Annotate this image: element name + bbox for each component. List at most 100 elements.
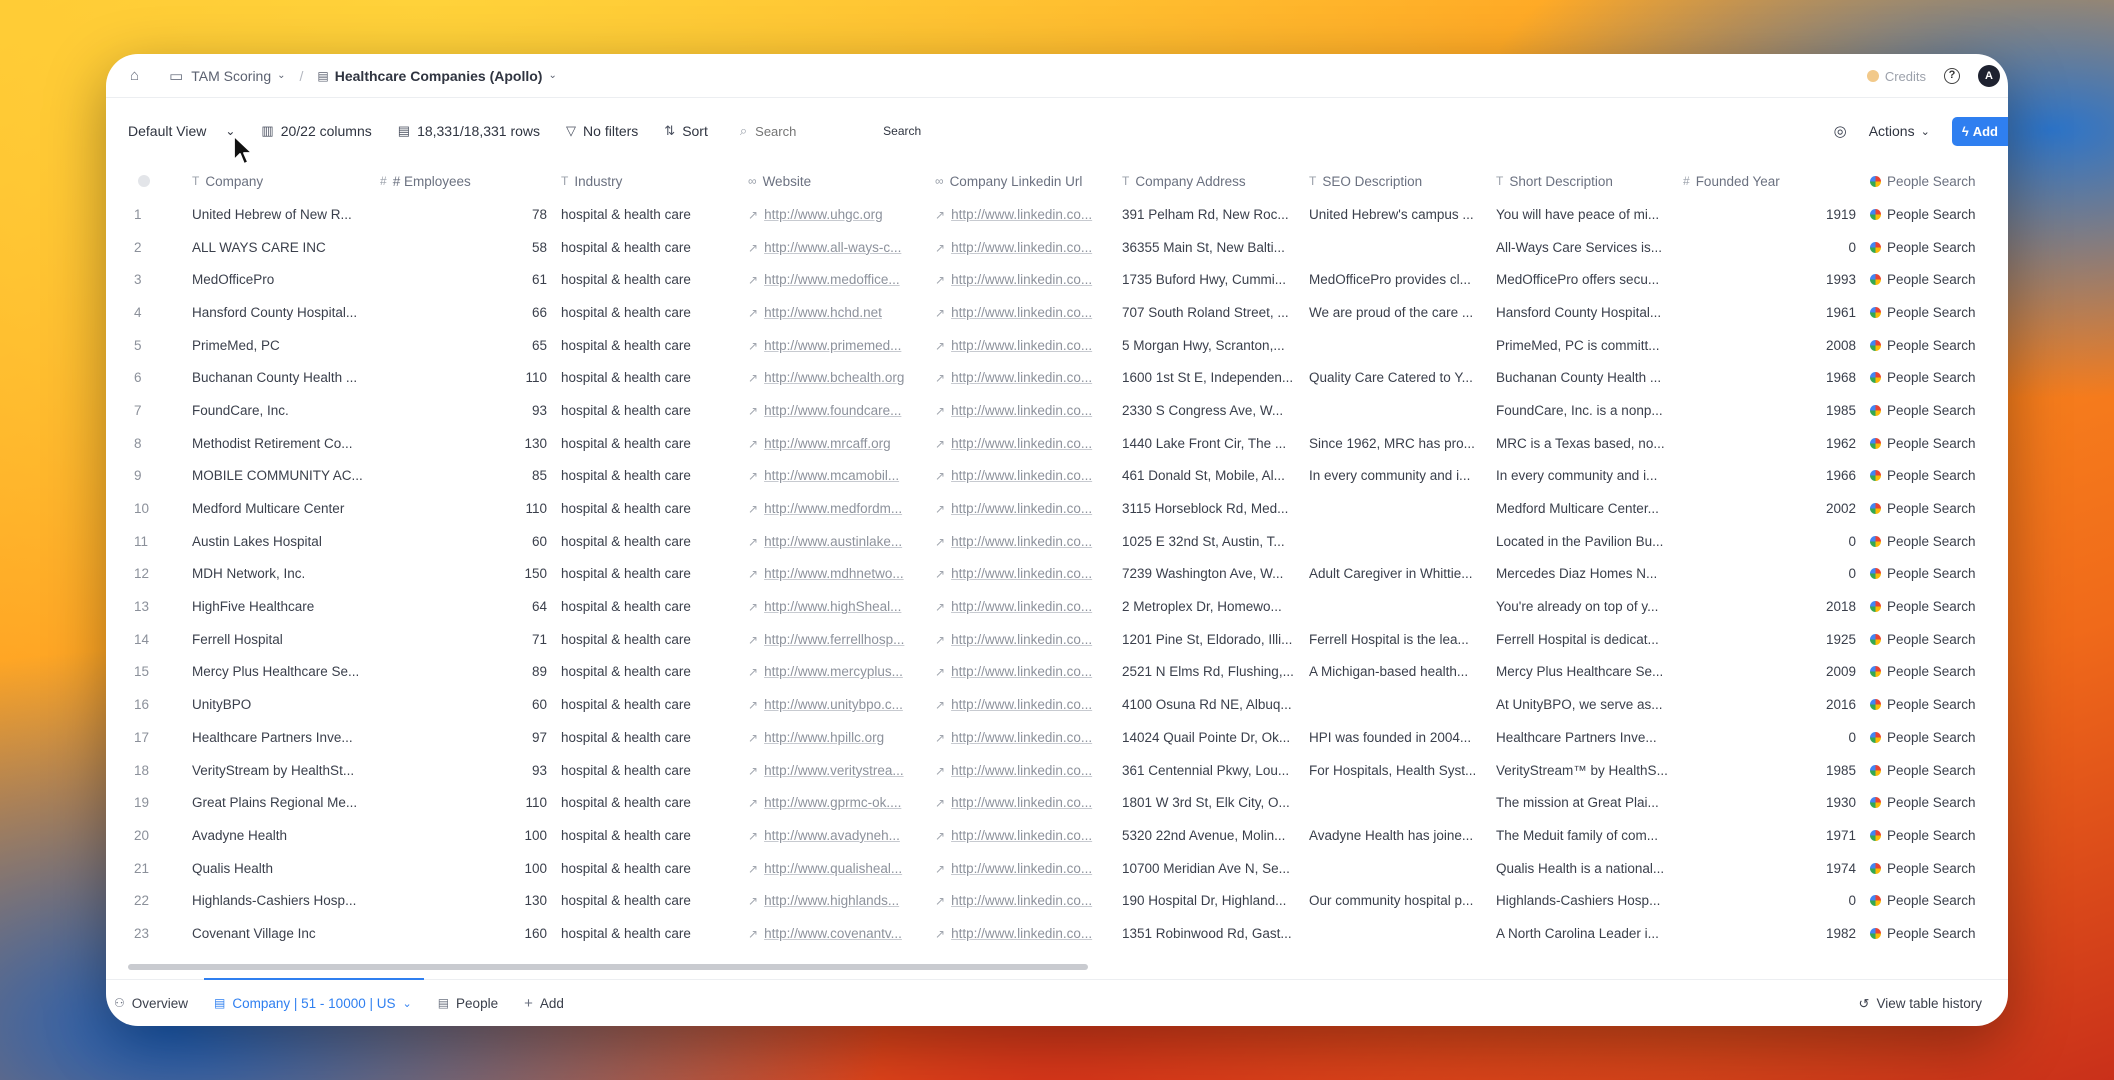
tab-company[interactable]: ▤ Company | 51 - 10000 | US ⌄ (204, 978, 424, 1026)
table-row[interactable]: 8 Methodist Retirement Co... 130 hospital &… (128, 427, 2008, 460)
cell-company[interactable]: PrimeMed, PC (186, 338, 374, 353)
cell-employees[interactable]: 93 (374, 403, 555, 418)
sort-button[interactable]: ⇅ Sort (664, 123, 708, 139)
cell-industry[interactable]: hospital & health care (555, 763, 742, 778)
cell-founded-year[interactable]: 2002 (1677, 501, 1864, 516)
external-link-icon[interactable]: ↗ (935, 731, 945, 745)
cell-short-description[interactable]: MRC is a Texas based, no... (1490, 436, 1677, 451)
cell-founded-year[interactable]: 1971 (1677, 828, 1864, 843)
cell-short-description[interactable]: PrimeMed, PC is committ... (1490, 338, 1677, 353)
cell-people-search[interactable]: People Search (1864, 763, 2008, 778)
external-link-icon[interactable]: ↗ (935, 894, 945, 908)
cell-website[interactable]: ↗ http://www.primemed... (742, 338, 929, 353)
cell-employees[interactable]: 71 (374, 632, 555, 647)
column-header-employees[interactable]: # # Employees (374, 174, 555, 189)
table-row[interactable]: 7 FoundCare, Inc. 93 hospital & health care… (128, 394, 2008, 427)
avatar[interactable]: A (1978, 65, 2000, 87)
cell-link-text[interactable]: http://www.linkedin.co... (951, 240, 1092, 255)
cell-founded-year[interactable]: 0 (1677, 730, 1864, 745)
external-link-icon[interactable]: ↗ (748, 502, 758, 516)
cell-seo-description[interactable]: Adult Caregiver in Whittie... (1303, 566, 1490, 581)
cell-industry[interactable]: hospital & health care (555, 272, 742, 287)
row-number[interactable]: 16 (128, 697, 186, 712)
cell-address[interactable]: 391 Pelham Rd, New Roc... (1116, 207, 1303, 222)
cell-website[interactable]: ↗ http://www.unitybpo.c... (742, 697, 929, 712)
cell-founded-year[interactable]: 1985 (1677, 403, 1864, 418)
external-link-icon[interactable]: ↗ (748, 633, 758, 647)
search-button[interactable]: Search (883, 124, 921, 138)
tab-overview[interactable]: ⚇ Overview (114, 980, 188, 1026)
chevron-down-icon[interactable]: ⌄ (548, 70, 556, 81)
external-link-icon[interactable]: ↗ (748, 731, 758, 745)
external-link-icon[interactable]: ↗ (748, 437, 758, 451)
cell-link-text[interactable]: http://www.ferrellhosp... (764, 632, 904, 647)
cell-employees[interactable]: 58 (374, 240, 555, 255)
cell-address[interactable]: 2521 N Elms Rd, Flushing,... (1116, 664, 1303, 679)
tab-people[interactable]: ▤ People (438, 980, 498, 1026)
cell-industry[interactable]: hospital & health care (555, 468, 742, 483)
chevron-down-icon[interactable]: ⌄ (277, 70, 285, 81)
cell-website[interactable]: ↗ http://www.mercyplus... (742, 664, 929, 679)
cell-link-text[interactable]: http://www.linkedin.co... (951, 436, 1092, 451)
cell-link-text[interactable]: http://www.bchealth.org (764, 370, 904, 385)
cell-link-text[interactable]: http://www.linkedin.co... (951, 730, 1092, 745)
cell-employees[interactable]: 150 (374, 566, 555, 581)
row-number[interactable]: 11 (128, 534, 186, 549)
external-link-icon[interactable]: ↗ (935, 633, 945, 647)
column-header-linkedin[interactable]: ∞ Company Linkedin Url (929, 174, 1116, 189)
cell-company[interactable]: United Hebrew of New R... (186, 207, 374, 222)
cell-linkedin[interactable]: ↗ http://www.linkedin.co... (929, 566, 1116, 581)
cell-company[interactable]: MOBILE COMMUNITY AC... (186, 468, 374, 483)
row-number[interactable]: 10 (128, 501, 186, 516)
cell-linkedin[interactable]: ↗ http://www.linkedin.co... (929, 632, 1116, 647)
cell-website[interactable]: ↗ http://www.hchd.net (742, 305, 929, 320)
cell-link-text[interactable]: http://www.all-ways-c... (764, 240, 901, 255)
external-link-icon[interactable]: ↗ (935, 306, 945, 320)
external-link-icon[interactable]: ↗ (935, 469, 945, 483)
cell-link-text[interactable]: http://www.hpillc.org (764, 730, 884, 745)
cell-people-search[interactable]: People Search (1864, 632, 2008, 647)
external-link-icon[interactable]: ↗ (748, 208, 758, 222)
external-link-icon[interactable]: ↗ (935, 927, 945, 941)
cell-link-text[interactable]: http://www.linkedin.co... (951, 305, 1092, 320)
external-link-icon[interactable]: ↗ (935, 764, 945, 778)
cell-short-description[interactable]: VerityStream™ by HealthS... (1490, 763, 1677, 778)
cell-link-text[interactable]: http://www.linkedin.co... (951, 468, 1092, 483)
cell-founded-year[interactable]: 1962 (1677, 436, 1864, 451)
cell-company[interactable]: Qualis Health (186, 861, 374, 876)
cell-link-text[interactable]: http://www.mrcaff.org (764, 436, 891, 451)
cell-employees[interactable]: 93 (374, 763, 555, 778)
cell-seo-description[interactable]: A Michigan-based health... (1303, 664, 1490, 679)
cell-people-search[interactable]: People Search (1864, 599, 2008, 614)
cell-linkedin[interactable]: ↗ http://www.linkedin.co... (929, 370, 1116, 385)
home-icon[interactable]: ⌂ (130, 67, 139, 84)
cell-industry[interactable]: hospital & health care (555, 436, 742, 451)
cell-link-text[interactable]: http://www.linkedin.co... (951, 338, 1092, 353)
cell-linkedin[interactable]: ↗ http://www.linkedin.co... (929, 763, 1116, 778)
cell-founded-year[interactable]: 1985 (1677, 763, 1864, 778)
table-row[interactable]: 15 Mercy Plus Healthcare Se... 89 hospital … (128, 656, 2008, 689)
cell-link-text[interactable]: http://www.linkedin.co... (951, 795, 1092, 810)
cell-company[interactable]: Ferrell Hospital (186, 632, 374, 647)
column-header-address[interactable]: T Company Address (1116, 174, 1303, 189)
select-all-checkbox[interactable] (128, 175, 186, 187)
cell-link-text[interactable]: http://www.linkedin.co... (951, 828, 1092, 843)
cell-company[interactable]: Methodist Retirement Co... (186, 436, 374, 451)
cell-address[interactable]: 1351 Robinwood Rd, Gast... (1116, 926, 1303, 941)
cell-link-text[interactable]: http://www.mercyplus... (764, 664, 903, 679)
external-link-icon[interactable]: ↗ (748, 665, 758, 679)
table-row[interactable]: 21 Qualis Health 100 hospital & health care… (128, 852, 2008, 885)
cell-people-search[interactable]: People Search (1864, 893, 2008, 908)
cell-short-description[interactable]: The Meduit family of com... (1490, 828, 1677, 843)
cell-founded-year[interactable]: 2016 (1677, 697, 1864, 712)
cell-founded-year[interactable]: 1974 (1677, 861, 1864, 876)
row-number[interactable]: 15 (128, 664, 186, 679)
cell-address[interactable]: 361 Centennial Pkwy, Lou... (1116, 763, 1303, 778)
external-link-icon[interactable]: ↗ (748, 764, 758, 778)
cell-linkedin[interactable]: ↗ http://www.linkedin.co... (929, 828, 1116, 843)
cell-founded-year[interactable]: 1993 (1677, 272, 1864, 287)
cell-seo-description[interactable]: HPI was founded in 2004... (1303, 730, 1490, 745)
cell-industry[interactable]: hospital & health care (555, 599, 742, 614)
cell-short-description[interactable]: Highlands-Cashiers Hosp... (1490, 893, 1677, 908)
cell-short-description[interactable]: All-Ways Care Services is... (1490, 240, 1677, 255)
